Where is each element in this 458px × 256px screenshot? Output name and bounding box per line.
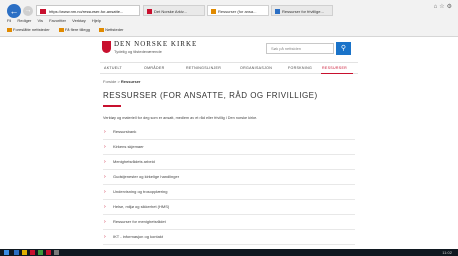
nav-item-aktuelt[interactable]: AKTUELT bbox=[104, 63, 122, 73]
menu-bar: Fil Rediger Vis Favoritter Verktøy Hjelp bbox=[7, 18, 106, 23]
address-text: https://www.nm.no/ressurser-for-ansatte.… bbox=[49, 9, 124, 14]
chevron-right-icon: › bbox=[104, 144, 106, 150]
tab-favicon-icon bbox=[211, 9, 216, 14]
browser-icon[interactable] bbox=[14, 250, 19, 255]
browser-tab-3[interactable]: Ressurser for frivillige... bbox=[271, 5, 333, 16]
list-item[interactable]: › Undervisning og trosopplæring bbox=[103, 185, 355, 200]
menu-item[interactable]: Vis bbox=[38, 18, 43, 23]
breadcrumb-current: Ressurser bbox=[120, 79, 141, 84]
browser-chrome: ← → https://www.nm.no/ressurser-for-ansa… bbox=[0, 0, 458, 37]
list-item[interactable]: › Helse, miljø og sikkerhet (HMS) bbox=[103, 200, 355, 215]
forward-button[interactable]: → bbox=[23, 6, 33, 16]
app-icon[interactable] bbox=[46, 250, 51, 255]
site-header: DEN NORSKE KIRKE Tydelig og tilstedevære… bbox=[100, 38, 358, 60]
chevron-right-icon: › bbox=[104, 189, 106, 195]
tab-label: Ressurser for frivillige... bbox=[282, 9, 324, 14]
tab-favicon-icon bbox=[275, 9, 280, 14]
nav-item-omrader[interactable]: OMRÅDER bbox=[144, 63, 164, 73]
gear-icon[interactable]: ⚙ bbox=[447, 4, 454, 10]
favorite-link[interactable]: Foreslåtte nettsteder bbox=[7, 27, 54, 32]
favorite-icon bbox=[7, 28, 12, 32]
page-intro: Verktøy og materiell for deg som er ansa… bbox=[103, 116, 258, 120]
taskbar-clock[interactable]: 11:02 bbox=[442, 249, 452, 256]
chevron-right-icon: › bbox=[104, 204, 106, 210]
browser-tab-2[interactable]: Ressurser (for ansa... bbox=[207, 5, 269, 16]
back-button[interactable]: ← bbox=[7, 4, 21, 18]
list-item[interactable]: › Ressurser for menighetsrådet bbox=[103, 215, 355, 230]
menu-item[interactable]: Rediger bbox=[17, 18, 31, 23]
title-divider bbox=[103, 105, 121, 107]
list-item[interactable]: › Kirkens skjemaer bbox=[103, 140, 355, 155]
chevron-right-icon: › bbox=[104, 234, 106, 240]
tab-label: Det Norske Arkiv... bbox=[154, 9, 187, 14]
list-item[interactable]: › Menighetsrådets arbeid bbox=[103, 155, 355, 170]
app-icon[interactable] bbox=[54, 250, 59, 255]
site-name[interactable]: DEN NORSKE KIRKE bbox=[114, 40, 197, 48]
app-icon[interactable] bbox=[38, 250, 43, 255]
star-icon[interactable]: ☆ bbox=[439, 4, 446, 10]
list-item[interactable]: › IKT - informasjon og kontakt bbox=[103, 230, 355, 245]
chevron-right-icon: › bbox=[104, 159, 106, 165]
favorite-icon bbox=[99, 28, 105, 32]
address-bar[interactable]: https://www.nm.no/ressurser-for-ansatte.… bbox=[36, 5, 140, 16]
menu-item[interactable]: Hjelp bbox=[92, 18, 101, 23]
favorite-link[interactable]: Få flere tillegg bbox=[58, 27, 94, 32]
chevron-right-icon: › bbox=[104, 174, 106, 180]
magnifier-icon: ⚲ bbox=[340, 45, 347, 52]
chevron-right-icon: › bbox=[104, 129, 106, 135]
nav-item-ressurser[interactable]: RESSURSER bbox=[322, 63, 347, 73]
list-item[interactable]: › Ressursbank bbox=[103, 125, 355, 140]
tab-label: Ressurser (for ansa... bbox=[218, 9, 257, 14]
browser-tab-1[interactable]: Det Norske Arkiv... bbox=[143, 5, 205, 16]
active-nav-indicator bbox=[321, 73, 353, 74]
site-favicon bbox=[40, 9, 46, 14]
search-button[interactable]: ⚲ bbox=[336, 42, 351, 55]
favorite-link[interactable]: Nettsteder bbox=[99, 27, 127, 32]
church-logo-icon[interactable] bbox=[102, 41, 111, 53]
chevron-right-icon: › bbox=[104, 219, 106, 225]
window-controls: ⌂☆⚙ bbox=[434, 3, 454, 10]
taskbar: 11:02 bbox=[0, 249, 458, 256]
breadcrumb-home[interactable]: Forside bbox=[103, 79, 116, 84]
nav-item-organisasjon[interactable]: ORGANISASJON bbox=[240, 63, 272, 73]
breadcrumb: Forside > Ressurser bbox=[103, 79, 141, 84]
app-icon[interactable] bbox=[30, 250, 35, 255]
site-tagline: Tydelig og tilstedeværende bbox=[114, 49, 162, 54]
menu-item[interactable]: Fil bbox=[7, 18, 11, 23]
folder-icon[interactable] bbox=[22, 250, 27, 255]
page-title: RESSURSER (FOR ANSATTE, RÅD OG FRIVILLIG… bbox=[103, 91, 318, 100]
search-input[interactable] bbox=[266, 43, 334, 54]
start-button[interactable] bbox=[4, 250, 9, 255]
list-item[interactable]: › Gudstjenester og kirkelige handlinger bbox=[103, 170, 355, 185]
menu-item[interactable]: Verktøy bbox=[72, 18, 86, 23]
main-navigation: AKTUELT OMRÅDER RETNINGSLINJER ORGANISAS… bbox=[100, 62, 358, 74]
nav-item-forskning[interactable]: FORSKNING bbox=[288, 63, 312, 73]
favorites-bar: Foreslåtte nettsteder Få flere tillegg N… bbox=[7, 27, 132, 32]
menu-item[interactable]: Favoritter bbox=[49, 18, 66, 23]
nav-item-retningslinjer[interactable]: RETNINGSLINJER bbox=[186, 63, 221, 73]
favorite-icon bbox=[58, 28, 64, 32]
tab-favicon-icon bbox=[147, 9, 152, 14]
resource-list: › Ressursbank › Kirkens skjemaer › Menighet… bbox=[103, 125, 355, 245]
